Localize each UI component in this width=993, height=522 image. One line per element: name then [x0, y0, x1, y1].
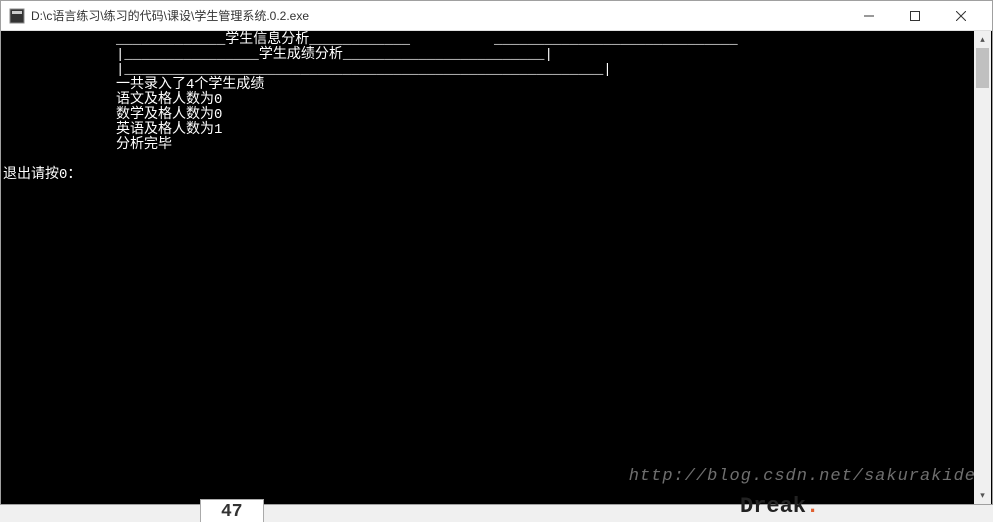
scroll-track[interactable] — [974, 48, 991, 487]
window-title: D:\c语言练习\练习的代码\课设\学生管理系统.0.2.exe — [31, 7, 846, 24]
math-pass-line: 数学及格人数为0 — [116, 107, 222, 123]
app-window: D:\c语言练习\练习的代码\课设\学生管理系统.0.2.exe _______… — [0, 0, 993, 505]
window-controls — [846, 1, 984, 30]
total-line: 一共录入了4个学生成绩 — [116, 77, 264, 93]
maximize-button[interactable] — [892, 1, 938, 30]
console-output[interactable]: _____________学生信息分析____________ ________… — [1, 31, 974, 504]
app-icon — [9, 8, 25, 24]
watermark-text: http://blog.csdn.net/sakurakide — [629, 467, 976, 486]
header-line-1: _____________学生信息分析____________ ________… — [116, 33, 738, 48]
scroll-up-arrow-icon[interactable]: ▴ — [974, 31, 991, 48]
console-body: 一共录入了4个学生成绩 语文及格人数为0 数学及格人数为0 英语及格人数为1 分… — [116, 78, 264, 153]
vertical-scrollbar[interactable]: ▴ ▾ — [974, 31, 991, 504]
console-area: _____________学生信息分析____________ ________… — [1, 31, 992, 504]
close-button[interactable] — [938, 1, 984, 30]
header-line-2: |________________学生成绩分析_________________… — [116, 48, 612, 78]
done-line: 分析完毕 — [116, 137, 172, 153]
scroll-thumb[interactable] — [976, 48, 989, 88]
minimize-button[interactable] — [846, 1, 892, 30]
chinese-pass-line: 语文及格人数为0 — [116, 92, 222, 108]
background-fragments-bottom: 47 Dreak. — [0, 501, 993, 519]
frag-word: Dreak. — [740, 494, 819, 519]
titlebar[interactable]: D:\c语言练习\练习的代码\课设\学生管理系统.0.2.exe — [1, 1, 992, 31]
english-pass-line: 英语及格人数为1 — [116, 122, 222, 138]
exit-prompt: 退出请按0： — [3, 168, 81, 183]
